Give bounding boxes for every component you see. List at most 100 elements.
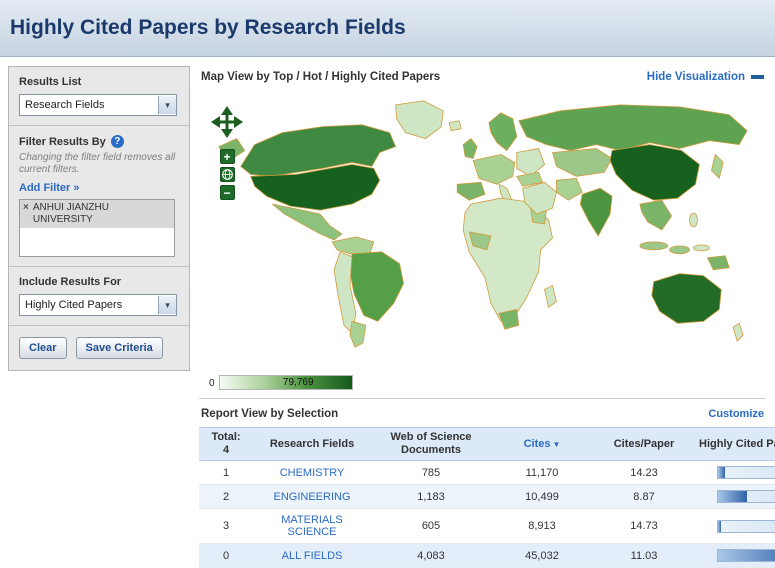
- row-rank: 1: [199, 460, 253, 485]
- remove-filter-icon[interactable]: ×: [23, 202, 29, 214]
- country-japan: [710, 154, 724, 179]
- country-south-africa: [497, 308, 519, 330]
- minus-icon: [751, 75, 764, 79]
- column-header-research-fields[interactable]: Research Fields: [253, 427, 371, 461]
- country-scandinavia: [488, 112, 517, 151]
- column-header-wos-documents[interactable]: Web of Science Documents: [371, 427, 491, 461]
- legend-min-label: 0: [209, 378, 215, 389]
- total-value: 4: [222, 444, 230, 456]
- page-title: Highly Cited Papers by Research Fields: [10, 16, 406, 39]
- country-spain: [456, 181, 485, 201]
- row-cites: 10,499: [491, 484, 593, 509]
- country-southeast-asia: [638, 199, 672, 231]
- country-greenland: [394, 100, 444, 140]
- row-docs: 785: [371, 460, 491, 485]
- chevron-down-icon: ▾: [158, 296, 176, 314]
- country-brazil: [349, 251, 404, 322]
- research-field-link[interactable]: ALL FIELDS: [282, 550, 343, 562]
- country-new-zealand: [732, 322, 744, 342]
- zoom-in-button[interactable]: +: [219, 149, 235, 164]
- research-field-link[interactable]: ENGINEERING: [273, 491, 350, 503]
- filter-list-box[interactable]: × ANHUI JIANZHU UNIVERSITY: [19, 199, 175, 257]
- clear-button[interactable]: Clear: [19, 337, 67, 359]
- country-iceland: [448, 120, 462, 132]
- highly-cited-bar[interactable]: 3: [717, 466, 775, 479]
- cites-sort-label: Cites: [523, 437, 551, 450]
- include-results-section: Include Results For Highly Cited Papers …: [9, 267, 189, 326]
- row-docs: 1,183: [371, 484, 491, 509]
- map-legend: 0 79,769: [209, 375, 353, 390]
- row-cites: 11,170: [491, 460, 593, 485]
- column-header-highly-cited-papers[interactable]: Highly Cited Papers: [695, 427, 775, 461]
- help-icon[interactable]: ?: [110, 135, 124, 148]
- country-central-europe: [472, 154, 515, 185]
- hide-visualization-label: Hide Visualization: [646, 71, 745, 83]
- include-results-label: Include Results For: [19, 276, 122, 288]
- chevron-down-icon: ▾: [158, 96, 176, 114]
- row-cites-per-paper: 14.23: [593, 460, 695, 485]
- highly-cited-bar-fill: [718, 467, 725, 478]
- report-table: Total: 4 Research Fields Web of Science …: [199, 427, 775, 568]
- table-row: 3 MATERIALS SCIENCE 605 8,913 14.73 1: [199, 508, 775, 544]
- highly-cited-bar[interactable]: 13: [717, 490, 775, 503]
- filter-note: Changing the filter field removes all cu…: [19, 152, 176, 175]
- total-label: Total:: [211, 431, 241, 443]
- row-rank: 3: [199, 508, 253, 544]
- map-view-header: Map View by Top / Hot / Highly Cited Pap…: [199, 66, 766, 92]
- row-cites-per-paper: 8.87: [593, 484, 695, 509]
- legend-max-label: 79,769: [282, 377, 314, 388]
- report-view-title: Report View by Selection: [201, 408, 339, 420]
- results-list-label: Results List: [19, 76, 82, 88]
- customize-link[interactable]: Customize: [708, 408, 764, 420]
- highly-cited-bar-fill: [718, 550, 775, 561]
- table-row: 1 CHEMISTRY 785 11,170 14.23 3: [199, 460, 775, 485]
- map-view-title: Map View by Top / Hot / Highly Cited Pap…: [201, 71, 441, 83]
- report-table-body: 1 CHEMISTRY 785 11,170 14.23 3 2 ENGINEE…: [199, 460, 775, 568]
- page: Highly Cited Papers by Research Fields R…: [0, 0, 775, 568]
- country-papua: [706, 255, 730, 271]
- row-docs: 605: [371, 508, 491, 544]
- highly-cited-bar[interactable]: 38: [717, 549, 775, 562]
- map-area: + − 0 79,769: [199, 94, 766, 399]
- country-philippines: [688, 212, 698, 228]
- results-list-select[interactable]: Research Fields ▾: [19, 94, 177, 116]
- include-results-select[interactable]: Highly Cited Papers ▾: [19, 294, 177, 316]
- filter-results-label: Filter Results By: [19, 135, 106, 148]
- country-australia: [650, 273, 722, 324]
- filter-item[interactable]: × ANHUI JIANZHU UNIVERSITY: [20, 200, 174, 228]
- sidebar: Results List Research Fields ▾ Filter Re…: [8, 66, 190, 371]
- highly-cited-bar[interactable]: 1: [717, 519, 775, 533]
- table-header-row: Total: 4 Research Fields Web of Science …: [199, 427, 775, 461]
- save-criteria-button[interactable]: Save Criteria: [75, 337, 163, 359]
- highly-cited-bar-fill: [718, 520, 721, 532]
- add-filter-link[interactable]: Add Filter »: [19, 182, 80, 194]
- total-count: Total: 4: [199, 427, 253, 461]
- page-header: Highly Cited Papers by Research Fields: [0, 0, 775, 57]
- country-uk: [462, 138, 477, 159]
- zoom-out-button[interactable]: −: [219, 185, 235, 200]
- include-results-value: Highly Cited Papers: [25, 299, 123, 311]
- column-header-cites[interactable]: Cites ▼: [491, 427, 593, 461]
- country-mexico: [271, 203, 342, 241]
- country-kazakhstan: [551, 148, 612, 177]
- results-list-value: Research Fields: [25, 99, 105, 111]
- country-argentina: [349, 320, 366, 348]
- highly-cited-bar-fill: [718, 491, 747, 502]
- country-china: [609, 144, 700, 201]
- country-iran: [555, 177, 583, 201]
- pan-control-icon[interactable]: [209, 104, 245, 140]
- country-madagascar: [543, 285, 557, 308]
- hide-visualization-link[interactable]: Hide Visualization: [647, 71, 764, 83]
- sort-desc-icon: ▼: [552, 439, 561, 449]
- globe-icon[interactable]: [219, 167, 235, 182]
- table-row: 2 ENGINEERING 1,183 10,499 8.87 13: [199, 484, 775, 509]
- results-list-section: Results List Research Fields ▾: [9, 67, 189, 126]
- country-eastern-europe: [515, 148, 545, 177]
- research-field-link[interactable]: MATERIALS SCIENCE: [281, 514, 343, 538]
- world-map[interactable]: [205, 94, 761, 356]
- country-russia: [517, 104, 747, 151]
- column-header-cites-per-paper[interactable]: Cites/Paper: [593, 427, 695, 461]
- report-view-header: Report View by Selection Customize: [199, 399, 766, 427]
- research-field-link[interactable]: CHEMISTRY: [280, 467, 345, 479]
- country-indonesia: [638, 241, 668, 251]
